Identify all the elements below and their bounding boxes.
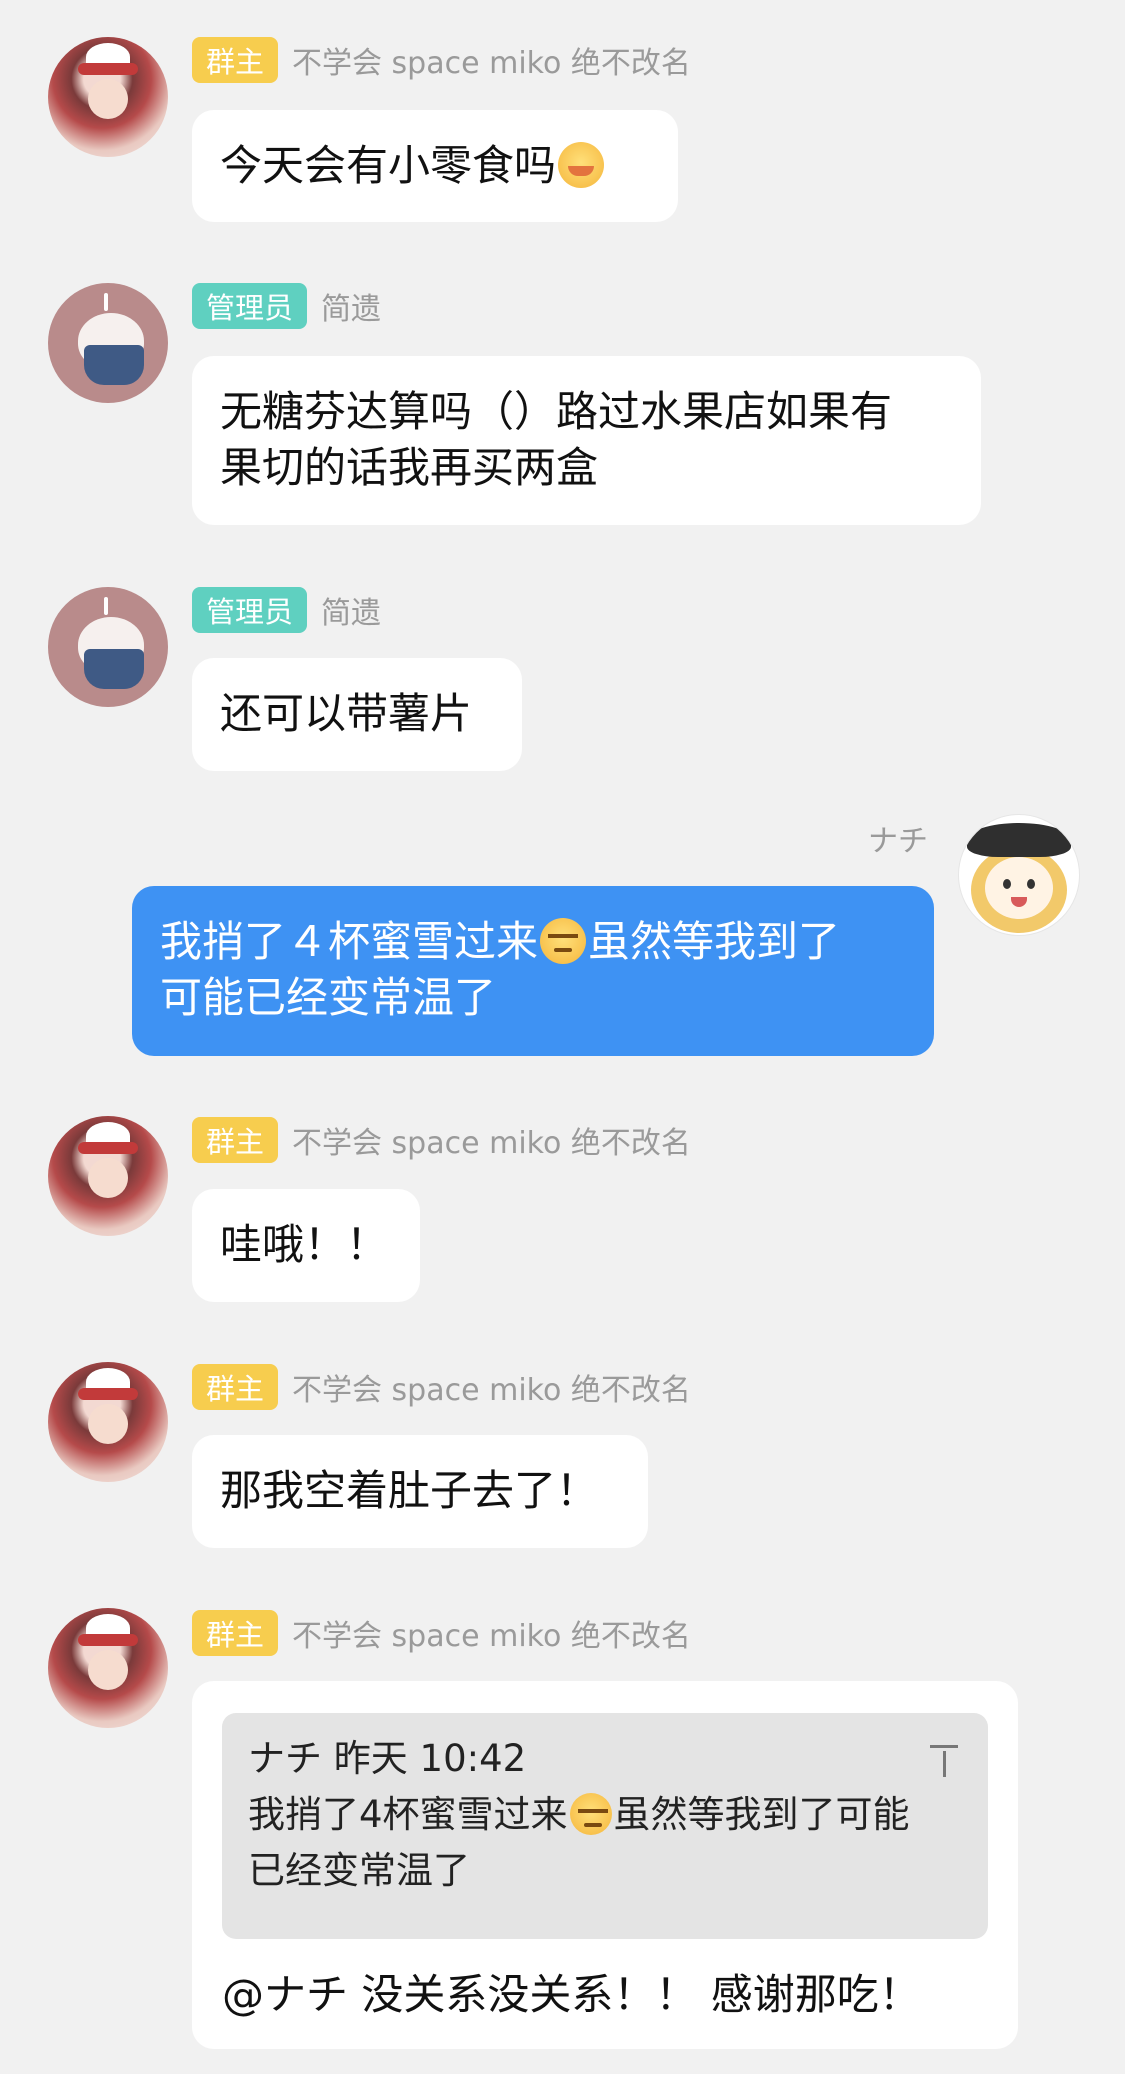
owner-badge: 群主 (192, 1117, 279, 1163)
message-meta: 群主 不学会 space miko 绝不改名 (192, 1117, 691, 1163)
avatar-miko[interactable] (48, 1608, 168, 1728)
sender-name[interactable]: 不学会 space miko 绝不改名 (292, 1365, 691, 1409)
sender-name[interactable]: 不学会 space miko 绝不改名 (292, 1611, 691, 1655)
message-bubble[interactable]: 无糖芬达算吗（）路过水果店如果有 果切的话我再买两盒 (192, 356, 981, 525)
message-bubble[interactable]: 哇哦！！ (192, 1189, 420, 1302)
avatar-nachi[interactable] (958, 814, 1080, 936)
message-meta: ナチ (868, 815, 928, 861)
message-text: 那我空着肚子去了！ (220, 1466, 599, 1515)
message-text: 可能已经变常温了 (160, 973, 497, 1022)
grumpy-face-emoji-icon (569, 1793, 612, 1835)
message-meta: 管理员 简遗 (192, 283, 381, 329)
owner-badge: 群主 (192, 1364, 279, 1410)
sender-name[interactable]: 简遗 (321, 284, 381, 328)
message-bubble[interactable]: 那我空着肚子去了！ (192, 1435, 648, 1548)
message-text: 无糖芬达算吗（）路过水果店如果有 (220, 387, 893, 436)
sender-name[interactable]: ナチ (868, 816, 928, 860)
avatar-miko[interactable] (48, 1116, 168, 1236)
message-text: 我捎了４杯蜜雪过来 (160, 917, 539, 966)
message-text: 哇哦！！ (220, 1220, 389, 1269)
quote-text: 我捎了4杯蜜雪过来 (248, 1793, 568, 1836)
quoted-message[interactable]: ナチ 昨天 10:42 我捎了4杯蜜雪过来 虽然等我到了可能 已经变常温了 (222, 1713, 988, 1939)
quote-header: ナチ 昨天 10:42 (248, 1737, 527, 1780)
message-bubble[interactable]: 今天会有小零食吗 (192, 110, 678, 222)
avatar-miko[interactable] (48, 1362, 168, 1482)
reply-message-bubble[interactable]: ナチ 昨天 10:42 我捎了4杯蜜雪过来 虽然等我到了可能 已经变常温了 @ナチ… (192, 1681, 1018, 2049)
message-text: 虽然等我到了 (588, 917, 841, 966)
avatar-miko[interactable] (48, 37, 168, 157)
admin-badge: 管理员 (192, 283, 308, 329)
sender-name[interactable]: 简遗 (321, 588, 381, 632)
sender-name[interactable]: 不学会 space miko 绝不改名 (292, 1118, 691, 1162)
message-meta: 群主 不学会 space miko 绝不改名 (192, 37, 691, 83)
avatar-jianyi[interactable] (48, 587, 168, 707)
message-meta: 管理员 简遗 (192, 587, 381, 633)
message-bubble[interactable]: 还可以带薯片 (192, 658, 522, 771)
message-text: 今天会有小零食吗 (220, 141, 557, 190)
owner-badge: 群主 (192, 37, 279, 83)
quote-text: 虽然等我到了可能 (613, 1793, 910, 1836)
message-meta: 群主 不学会 space miko 绝不改名 (192, 1610, 691, 1656)
quote-text: 已经变常温了 (248, 1849, 470, 1892)
reply-text: @ナチ 没关系没关系！！ 感谢那吃！ (222, 1970, 921, 2019)
message-text: 还可以带薯片 (220, 689, 473, 738)
avatar-jianyi[interactable] (48, 283, 168, 403)
grumpy-face-emoji-icon (540, 918, 587, 964)
message-text: 果切的话我再买两盒 (220, 443, 599, 492)
owner-badge: 群主 (192, 1610, 279, 1656)
message-meta: 群主 不学会 space miko 绝不改名 (192, 1364, 691, 1410)
sender-name[interactable]: 不学会 space miko 绝不改名 (292, 38, 691, 82)
shy-face-emoji-icon (558, 142, 605, 188)
my-message-bubble[interactable]: 我捎了４杯蜜雪过来 虽然等我到了 可能已经变常温了 (132, 886, 934, 1056)
admin-badge: 管理员 (192, 587, 308, 633)
pin-to-top-icon[interactable] (926, 1741, 962, 1777)
